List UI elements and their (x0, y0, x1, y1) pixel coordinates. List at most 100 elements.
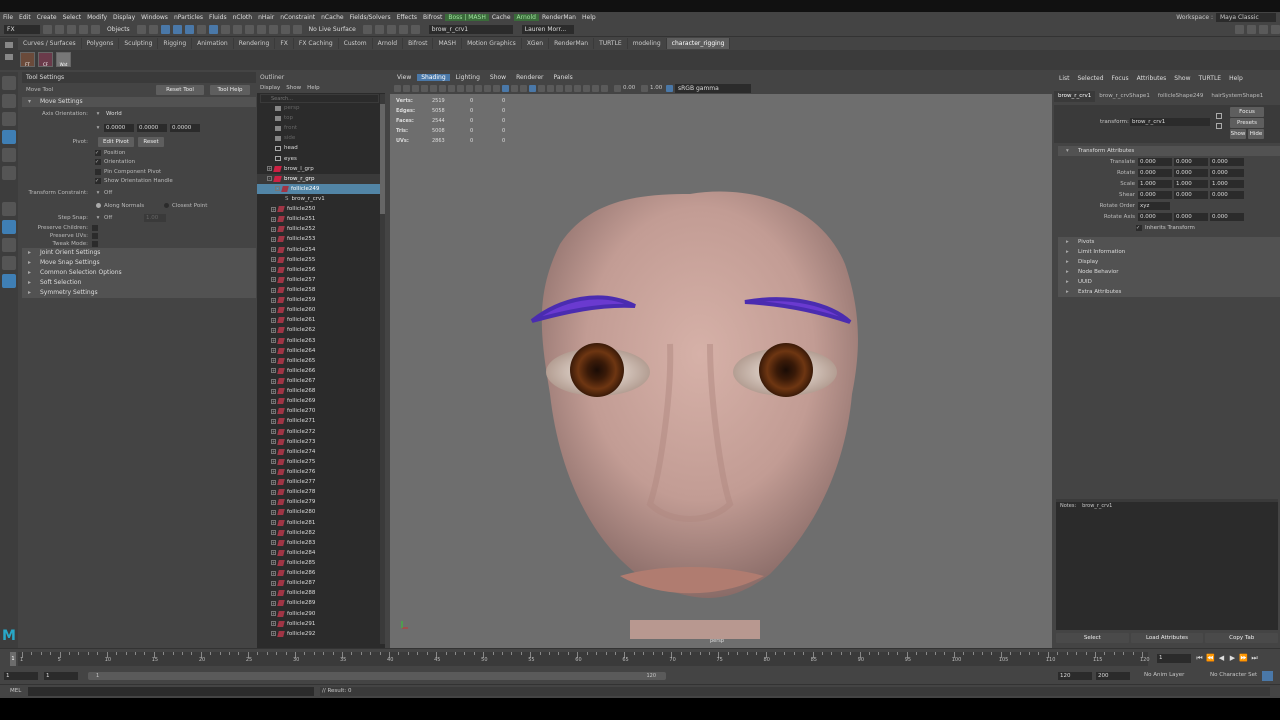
shelf-tab-active[interactable]: character_rigging (666, 38, 731, 49)
outliner-item-follicle[interactable]: + follicle268 (257, 386, 385, 396)
attr-field[interactable]: 0.000 (1210, 190, 1244, 199)
reset-tool-button[interactable]: Reset Tool (156, 85, 204, 95)
expand-icon[interactable]: + (271, 348, 276, 354)
toggle-panel-icon[interactable] (1271, 25, 1280, 34)
expand-icon[interactable]: + (271, 277, 276, 283)
axis-orientation-dropdown[interactable]: World (104, 110, 200, 118)
shelf-button-wat[interactable]: Wat (56, 52, 71, 67)
menu-item[interactable]: nCloth (230, 14, 256, 21)
notes-area[interactable]: Notes: brow_r_crv1 (1056, 502, 1278, 630)
step-snap-dropdown[interactable]: Off (104, 215, 144, 221)
expand-icon[interactable]: + (271, 469, 276, 475)
outliner-item-follicle[interactable]: + follicle281 (257, 517, 385, 527)
select-component-icon[interactable] (160, 25, 170, 34)
select-object-icon[interactable] (148, 25, 158, 34)
expand-icon[interactable]: + (271, 257, 276, 263)
ambient-occlusion-icon[interactable] (547, 84, 554, 92)
outliner-item-follicle[interactable]: + follicle267 (257, 376, 385, 386)
menu-item[interactable]: Cache (489, 14, 514, 21)
outliner-item-brow-r-grp[interactable]: - brow_r_grp (257, 173, 385, 184)
expand-icon[interactable]: + (271, 621, 276, 627)
tab-brow-r-crv1[interactable]: brow_r_crv1 (1054, 91, 1096, 102)
ipr-icon[interactable] (386, 25, 396, 34)
menu-item-arnold[interactable]: Arnold (513, 14, 539, 21)
step-forward-icon[interactable]: ⏩ (1239, 654, 1248, 662)
menu-item[interactable]: nCache (318, 14, 346, 21)
resolution-gate-icon[interactable] (448, 84, 455, 92)
rotate-axis-x[interactable]: 0.000 (1138, 212, 1172, 221)
shelf-tab[interactable]: FX (275, 38, 294, 49)
orientation-checkbox[interactable]: ✓ (95, 159, 101, 166)
playback-end-field[interactable]: 120 (1058, 672, 1092, 680)
toggle-panel-icon[interactable] (1247, 25, 1256, 34)
hide-button[interactable]: Hide (1248, 129, 1264, 139)
outliner-search-input[interactable]: Search... (260, 94, 379, 103)
expand-icon[interactable]: + (271, 408, 276, 414)
input-connections-icon[interactable] (1216, 113, 1222, 119)
current-frame-marker[interactable]: 1 (10, 652, 16, 666)
expand-icon[interactable]: + (271, 479, 276, 485)
outliner-item-follicle[interactable]: + follicle250 (257, 204, 385, 214)
outliner-item-side[interactable]: side (257, 133, 385, 143)
shelf-tab[interactable]: RenderMan (549, 38, 595, 49)
expand-icon[interactable]: + (271, 358, 276, 364)
colorspace-dropdown[interactable]: sRGB gamma (675, 83, 751, 93)
shelf-tab[interactable]: XGen (522, 38, 550, 49)
select-button[interactable]: Select (1056, 633, 1129, 643)
mask-icon[interactable] (172, 25, 182, 34)
gamma-icon[interactable] (641, 84, 648, 92)
attr-field[interactable]: 0.000 (1210, 168, 1244, 177)
transform-constraint-dropdown[interactable]: Off (104, 190, 112, 196)
limit-information-section[interactable]: Limit Information (1058, 247, 1280, 257)
layout-side-icon[interactable] (2, 238, 16, 252)
expand-icon[interactable]: + (271, 489, 276, 495)
edit-pivot-button[interactable]: Edit Pivot (98, 136, 134, 147)
attr-field[interactable]: 0.000 (1138, 168, 1172, 177)
play-icon[interactable]: ▶ (1228, 654, 1237, 662)
outliner-item-follicle[interactable]: + follicle276 (257, 467, 385, 477)
mask-icon[interactable] (184, 25, 194, 34)
object-name-field[interactable]: brow_r_crv1 (428, 25, 513, 34)
outliner-item-follicle249[interactable]: - follicle249 (257, 183, 385, 194)
move-settings-section[interactable]: Move Settings (22, 97, 256, 107)
outliner-item-head[interactable]: head (257, 143, 385, 153)
expand-icon[interactable]: + (271, 247, 276, 253)
hypershade-icon[interactable] (410, 25, 420, 34)
outliner-item-follicle[interactable]: + follicle280 (257, 507, 385, 517)
node-name-field[interactable]: brow_r_crv1 (1130, 118, 1210, 126)
shelf-tab[interactable]: Sculpting (119, 38, 159, 49)
outliner-item-follicle[interactable]: + follicle272 (257, 427, 385, 437)
tab-hairsystemshape1[interactable]: hairSystemShape1 (1207, 91, 1267, 102)
outliner-item-follicle[interactable]: + follicle273 (257, 437, 385, 447)
collapse-icon[interactable]: - (267, 176, 272, 182)
snap-surface-icon[interactable] (280, 25, 290, 34)
orientation-handle-checkbox[interactable]: ✓ (95, 178, 101, 185)
range-bar[interactable]: 1 120 (88, 672, 666, 680)
axis-z-field[interactable]: 0.0000 (170, 124, 200, 132)
attr-field[interactable]: 0.000 (1138, 157, 1172, 166)
menu-item[interactable]: nHair (255, 14, 277, 21)
expand-icon[interactable]: + (271, 550, 276, 556)
gate-mask-icon[interactable] (457, 84, 464, 92)
scrollbar-thumb[interactable] (380, 104, 385, 214)
outliner-item-persp[interactable]: persp (257, 103, 385, 113)
color-management-icon[interactable] (666, 84, 673, 92)
expand-icon[interactable]: + (271, 216, 276, 222)
outliner-item-follicle[interactable]: + follicle292 (257, 629, 385, 639)
attr-menu-item[interactable]: Selected (1076, 75, 1106, 82)
new-scene-icon[interactable] (43, 25, 52, 34)
outliner-item-follicle[interactable]: + follicle263 (257, 336, 385, 346)
closest-point-radio[interactable] (164, 203, 169, 208)
expand-icon[interactable]: + (271, 439, 276, 445)
rotate-axis-z[interactable]: 0.000 (1210, 212, 1244, 221)
outliner-item-follicle[interactable]: + follicle265 (257, 356, 385, 366)
shelf-button-ft[interactable]: FT (20, 52, 35, 67)
expand-icon[interactable]: + (271, 520, 276, 526)
smooth-shade-icon[interactable] (502, 84, 509, 92)
lights-icon[interactable] (529, 84, 536, 92)
step-snap-field[interactable]: 1.00 (144, 213, 166, 222)
outliner-item-follicle[interactable]: + follicle274 (257, 447, 385, 457)
render-icon[interactable] (374, 25, 384, 34)
transform-attributes-section[interactable]: Transform Attributes (1058, 146, 1280, 156)
shelf-tab[interactable]: TURTLE (594, 38, 628, 49)
